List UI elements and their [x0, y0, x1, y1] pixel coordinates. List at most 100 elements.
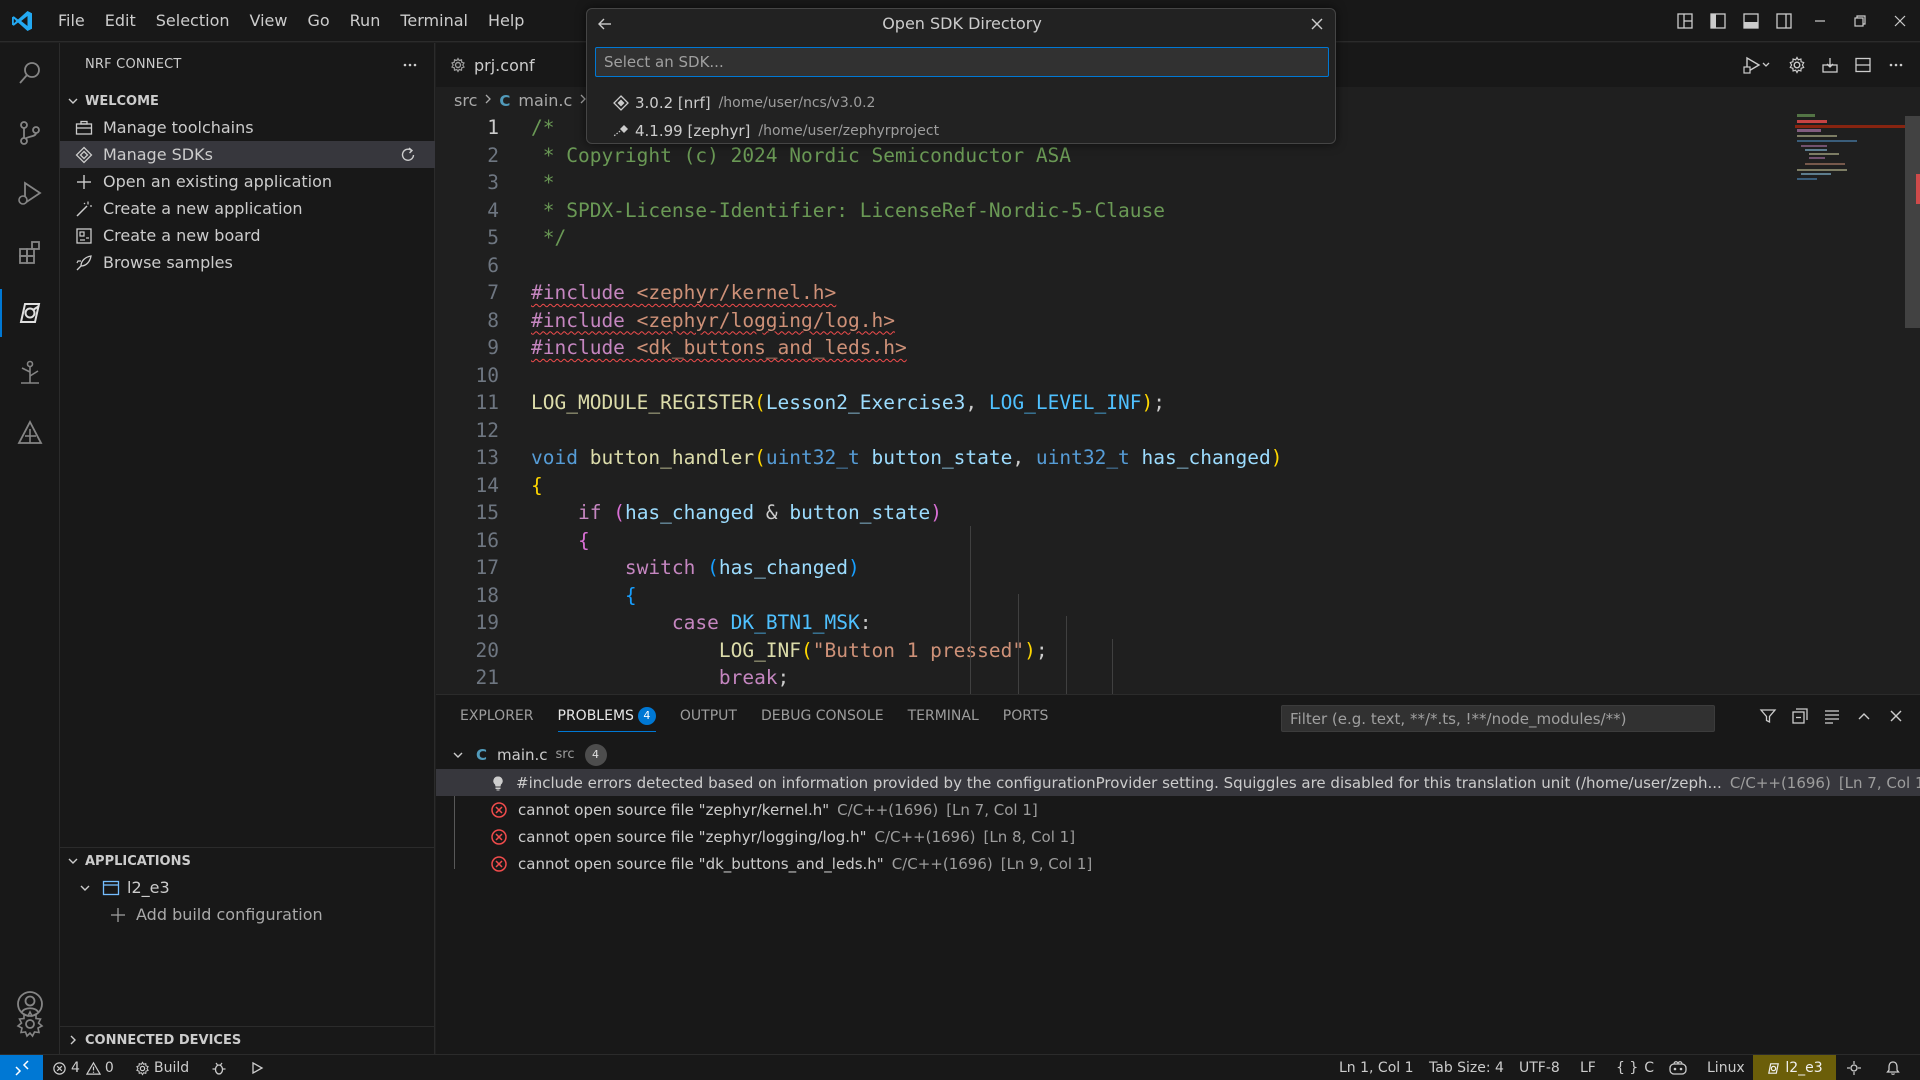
welcome-item-browse-samples[interactable]: Browse samples [60, 249, 435, 276]
code-token: ; [1035, 638, 1048, 662]
language-mode[interactable]: { } C [1616, 1055, 1654, 1080]
split-editor-icon[interactable] [1846, 49, 1879, 81]
welcome-item-create-new-board[interactable]: Create a new board [60, 222, 435, 249]
close-window-icon[interactable] [1880, 0, 1920, 42]
menu-run[interactable]: Run [340, 0, 391, 42]
code-text: break; [531, 664, 789, 692]
welcome-item-manage-toolchains[interactable]: Manage toolchains [60, 114, 435, 141]
code-token: ; [1153, 391, 1166, 414]
welcome-item-open-existing-app[interactable]: Open an existing application [60, 168, 435, 195]
sdk-option-label: 4.1.99 [zephyr] [635, 122, 751, 140]
tab-terminal[interactable]: TERMINAL [908, 695, 979, 736]
refresh-icon[interactable] [397, 144, 419, 166]
title-controls [1668, 0, 1920, 42]
code-token: case [671, 611, 731, 634]
debug-bug-icon[interactable] [211, 1055, 231, 1080]
restore-icon[interactable] [1840, 0, 1880, 42]
problem-row[interactable]: cannot open source file "zephyr/kernel.h… [436, 796, 1920, 823]
run-play-icon[interactable] [250, 1055, 268, 1080]
settings-gear-icon[interactable] [1780, 49, 1813, 81]
close-icon[interactable] [1307, 14, 1327, 34]
connected-devices-section-header[interactable]: CONNECTED DEVICES [60, 1027, 435, 1053]
status-bar: 4 0 Build Ln 1, Col 1 Tab Size: 4 UTF-8 … [0, 1054, 1920, 1080]
problem-message: cannot open source file "zephyr/logging/… [518, 827, 867, 846]
welcome-item-manage-sdks[interactable]: Manage SDKs [60, 141, 435, 168]
breadcrumb-folder[interactable]: src [454, 91, 477, 110]
editor-actions [1734, 43, 1912, 87]
menu-go[interactable]: Go [297, 0, 339, 42]
sdk-option-nrf[interactable]: 3.0.2 [nrf] /home/user/ncs/v3.0.2 [595, 89, 1329, 117]
breadcrumb-file[interactable]: main.c [518, 91, 572, 110]
line-number: 15 [475, 501, 499, 524]
end-of-line[interactable]: LF [1580, 1055, 1596, 1080]
run-build-dropdown-icon[interactable] [1734, 49, 1780, 81]
tab-output[interactable]: OUTPUT [680, 695, 737, 736]
platform[interactable]: Linux [1707, 1055, 1745, 1080]
build-status-button[interactable]: Build [135, 1055, 189, 1080]
filter-icon[interactable] [1752, 701, 1784, 731]
toggle-panel-icon[interactable] [1734, 0, 1767, 42]
welcome-item-label: Manage SDKs [103, 145, 213, 164]
sdk-option-zephyr[interactable]: 4.1.99 [zephyr] /home/user/zephyrproject [595, 117, 1329, 145]
toggle-secondary-sidebar-icon[interactable] [1767, 0, 1800, 42]
nrf-connect-icon[interactable] [0, 283, 60, 343]
close-panel-icon[interactable] [1880, 701, 1912, 731]
tab-size[interactable]: Tab Size: 4 [1429, 1055, 1504, 1080]
code-token: * SPDX-License-Identifier: LicenseRef-No… [531, 198, 1165, 222]
tab-explorer[interactable]: EXPLORER [460, 695, 534, 736]
problem-file-name: main.c [497, 745, 548, 764]
tab-prj-conf[interactable]: prj.conf [436, 43, 551, 87]
more-actions-icon[interactable] [398, 53, 422, 77]
code-line: 21 break; [436, 664, 1786, 692]
search-icon[interactable] [0, 43, 60, 103]
problem-row[interactable]: cannot open source file "zephyr/logging/… [436, 823, 1920, 850]
extensions-icon[interactable] [0, 223, 60, 283]
tab-problems[interactable]: PROBLEMS 4 [557, 695, 657, 736]
source-control-icon[interactable] [0, 103, 60, 163]
menu-selection[interactable]: Selection [146, 0, 240, 42]
more-actions-icon[interactable] [1879, 49, 1912, 81]
cursor-position[interactable]: Ln 1, Col 1 [1339, 1055, 1414, 1080]
add-build-configuration-item[interactable]: Add build configuration [60, 901, 435, 928]
menu-view[interactable]: View [240, 0, 298, 42]
application-item[interactable]: l2_e3 [60, 874, 435, 901]
sdk-search-input[interactable] [595, 47, 1329, 77]
code-editor[interactable]: 1 /* 2 * Copyright (c) 2024 Nordic Semicon… [436, 114, 1920, 694]
tab-label: PORTS [1002, 707, 1049, 724]
minimap[interactable] [1795, 114, 1905, 694]
active-context-badge[interactable]: l2_e3 [1753, 1055, 1836, 1080]
nordic-account-icon[interactable] [1846, 1055, 1866, 1080]
menu-edit[interactable]: Edit [95, 0, 146, 42]
menu-help[interactable]: Help [478, 0, 534, 42]
welcome-item-create-new-app[interactable]: Create a new application [60, 195, 435, 222]
run-debug-icon[interactable] [0, 163, 60, 223]
menu-file[interactable]: File [48, 0, 95, 42]
device-tree-icon[interactable] [0, 343, 60, 403]
problem-row[interactable]: #include errors detected based on inform… [436, 769, 1920, 796]
remote-indicator-icon[interactable] [0, 1055, 43, 1080]
collapse-all-icon[interactable] [1784, 701, 1816, 731]
toggle-primary-sidebar-icon[interactable] [1701, 0, 1734, 42]
tab-debug-console[interactable]: DEBUG CONSOLE [761, 695, 884, 736]
encoding[interactable]: UTF-8 [1519, 1055, 1560, 1080]
flash-download-icon[interactable] [1813, 49, 1846, 81]
sidebar-nrf-connect: NRF CONNECT WELCOME Manage toolchains Ma… [60, 43, 435, 1054]
customize-layout-icon[interactable] [1668, 0, 1701, 42]
minimize-icon[interactable] [1800, 0, 1840, 42]
scrollbar-thumb[interactable] [1905, 116, 1920, 328]
editor-scrollbar[interactable] [1905, 114, 1920, 694]
copilot-icon[interactable] [1668, 1055, 1692, 1080]
tab-ports[interactable]: PORTS [1003, 695, 1049, 736]
nordic-tools-icon[interactable] [0, 403, 60, 463]
problems-file-node[interactable]: C main.c src 4 [436, 741, 1920, 768]
notifications-bell-icon[interactable] [1885, 1055, 1905, 1080]
problems-filter-input[interactable] [1281, 705, 1715, 732]
problems-status[interactable]: 4 0 [52, 1055, 114, 1080]
settings-gear-icon[interactable] [0, 994, 60, 1054]
menu-terminal[interactable]: Terminal [390, 0, 478, 42]
view-as-list-icon[interactable] [1816, 701, 1848, 731]
problem-row[interactable]: cannot open source file "dk_buttons_and_… [436, 850, 1920, 877]
welcome-section-header[interactable]: WELCOME [60, 88, 435, 114]
maximize-panel-icon[interactable] [1848, 701, 1880, 731]
applications-section-header[interactable]: APPLICATIONS [60, 848, 435, 874]
